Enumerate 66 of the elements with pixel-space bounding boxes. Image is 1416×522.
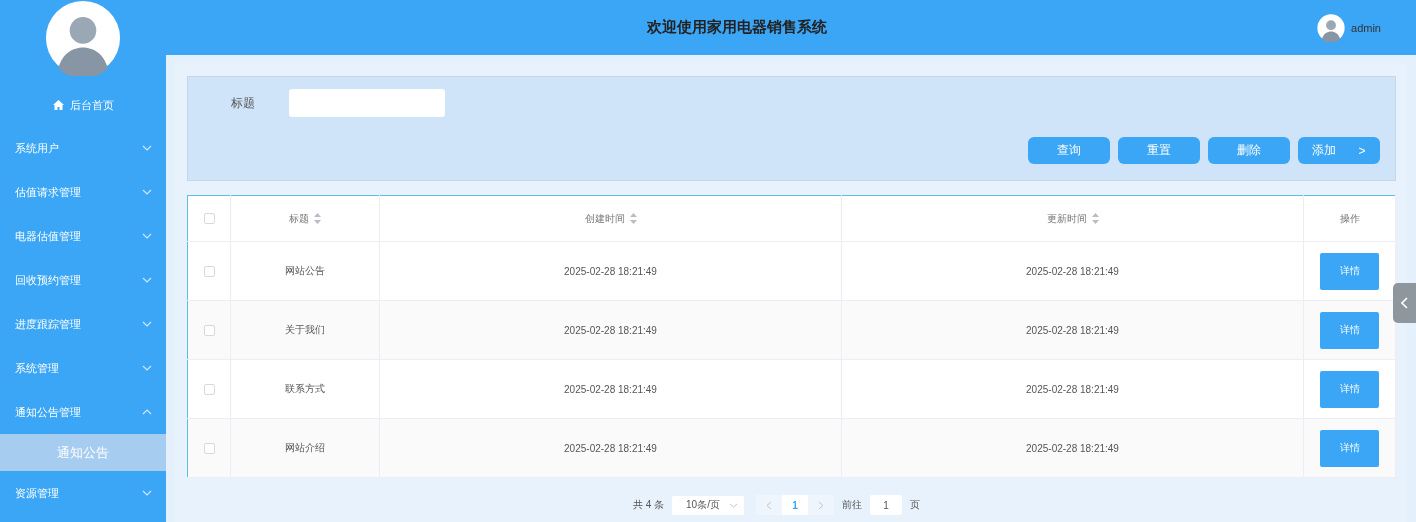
sidebar-item[interactable]: 通知公告管理 (0, 390, 166, 434)
chevron-down-icon (142, 490, 152, 496)
row-checkbox[interactable] (203, 442, 215, 454)
column-header: 操作 (1339, 212, 1360, 224)
column-header: 创建时间 (584, 211, 625, 226)
table-cell: 网站公告 (285, 265, 325, 276)
sidebar-item[interactable]: 系统用户 (0, 126, 166, 170)
select-all-checkbox[interactable] (203, 213, 215, 225)
table-cell: 2025-02-28 18:21:49 (1026, 324, 1119, 336)
details-button[interactable]: 详情 (1320, 252, 1379, 290)
details-button[interactable]: 详情 (1320, 311, 1379, 349)
username[interactable]: admin (1351, 21, 1381, 34)
chevron-down-icon (142, 321, 152, 327)
home-link[interactable]: 后台首页 (0, 84, 166, 126)
sidebar-item[interactable]: 进度跟踪管理 (0, 302, 166, 346)
table-cell: 2025-02-28 18:21:49 (564, 383, 657, 395)
chevron-down-icon (142, 189, 152, 195)
details-button[interactable]: 详情 (1320, 370, 1379, 408)
details-button[interactable]: 详情 (1320, 429, 1379, 467)
table-cell: 2025-02-28 18:21:49 (564, 442, 657, 454)
row-checkbox[interactable] (203, 383, 215, 395)
goto-label: 前往 (842, 498, 863, 512)
row-checkbox[interactable] (203, 324, 215, 336)
action-button[interactable]: 重置 (1118, 137, 1200, 164)
table-cell: 2025-02-28 18:21:49 (1026, 265, 1119, 277)
sort-icon[interactable] (314, 213, 321, 224)
action-button[interactable]: 查询 (1028, 137, 1110, 164)
field-label: 标题 (231, 94, 255, 112)
action-button[interactable]: 删除 (1208, 137, 1290, 164)
table-cell: 联系方式 (285, 383, 325, 394)
sidebar-item[interactable]: 资源管理 (0, 471, 166, 515)
sidebar-item[interactable]: 回收预约管理 (0, 258, 166, 302)
table-cell: 2025-02-28 18:21:49 (1026, 383, 1119, 395)
sidebar-subitem[interactable]: 通知公告 (0, 434, 166, 471)
column-header: 标题 (289, 211, 309, 226)
page-suffix: 页 (910, 498, 921, 512)
collapse-tab[interactable] (1393, 283, 1416, 323)
home-icon (52, 100, 64, 110)
chevron-left-icon (1401, 297, 1408, 309)
dropdown-icon (729, 502, 739, 508)
chevron-down-icon (142, 233, 152, 239)
sidebar-item[interactable]: 估值请求管理 (0, 170, 166, 214)
chevron-up-icon (142, 409, 152, 415)
table-cell: 2025-02-28 18:21:49 (1026, 442, 1119, 454)
table-cell: 关于我们 (285, 324, 325, 335)
avatar-icon (1317, 13, 1346, 42)
table-cell: 网站介绍 (285, 442, 325, 453)
chevron-down-icon (142, 277, 152, 283)
page-number[interactable]: 1 (782, 495, 809, 515)
goto-page-input[interactable]: 1 (870, 495, 903, 515)
row-checkbox[interactable] (203, 265, 215, 277)
page-title: 欢迎使用家用电器销售系统 (645, 18, 828, 37)
chevron-down-icon (142, 365, 152, 371)
action-button[interactable]: 添加 > (1298, 137, 1380, 164)
title-input[interactable] (289, 89, 445, 117)
total-count: 共 4 条 (632, 498, 665, 512)
avatar-icon (45, 0, 121, 76)
sort-icon[interactable] (1091, 213, 1099, 224)
sidebar-item[interactable]: 电器估值管理 (0, 214, 166, 258)
column-header: 更新时间 (1046, 211, 1087, 226)
table-cell: 2025-02-28 18:21:49 (564, 265, 657, 277)
sort-icon[interactable] (629, 213, 637, 224)
page-size-select[interactable]: 10条/页 (672, 495, 745, 515)
sidebar-item[interactable]: 系统管理 (0, 346, 166, 390)
table-cell: 2025-02-28 18:21:49 (564, 324, 657, 336)
chevron-down-icon (142, 145, 152, 151)
